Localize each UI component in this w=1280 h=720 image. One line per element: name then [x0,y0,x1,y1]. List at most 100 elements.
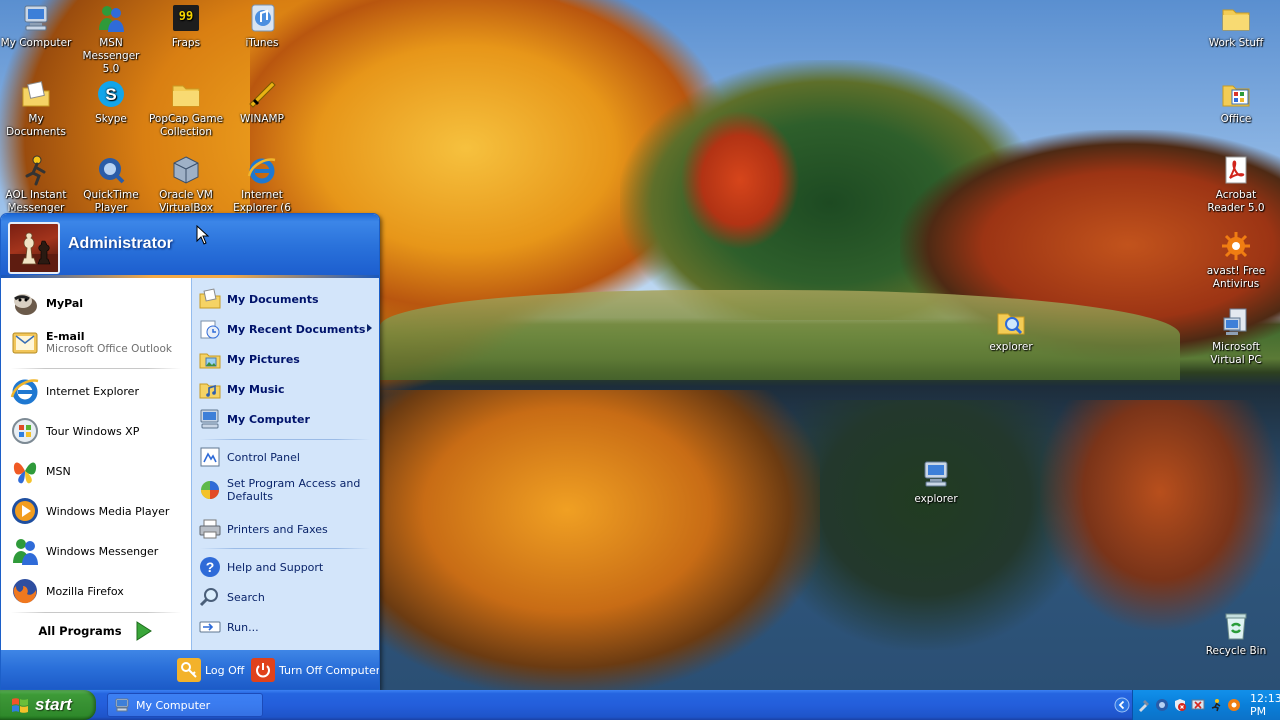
setting-control-panel[interactable]: Control Panel [198,444,378,470]
desktop-icon-msn-messenger[interactable]: MSN Messenger 5.0 [73,2,149,76]
log-off-label: Log Off [205,663,245,677]
user-avatar[interactable] [8,222,60,274]
recent-label: MSN [46,464,71,478]
recent-item-firefox[interactable]: Mozilla Firefox [9,572,187,610]
wallpaper-reflection-left [360,390,820,690]
recent-item-windows-messenger[interactable]: Windows Messenger [9,532,187,570]
task-label: My Computer [136,698,211,712]
tool-label: Search [227,590,265,604]
turn-off-button[interactable]: Turn Off Computer [251,657,380,683]
all-programs-label: All Programs [38,624,122,638]
desktop-icon-skype[interactable]: S Skype [73,78,149,126]
recent-item-msn[interactable]: MSN [9,452,187,490]
desktop-icon-work-stuff[interactable]: Work Stuff [1198,2,1274,50]
desktop-icon-internet-explorer[interactable]: Internet Explorer (6 [224,154,300,215]
desktop-icon-label: My Documents [6,113,66,138]
taskbar-button-my-computer[interactable]: My Computer [107,693,263,717]
recent-label: Internet Explorer [46,384,139,398]
desktop-icon-label: PopCap Game Collection [148,113,224,138]
explorer-folder-icon [995,306,1027,338]
desktop-icon-label: avast! Free Antivirus [1206,265,1266,290]
desktop-icon-popcap[interactable]: PopCap Game Collection [148,78,224,139]
wallpaper-reflection-right [1040,400,1280,630]
desktop-icon-label: AOL Instant Messenger [5,189,67,214]
desktop-icon-label: Microsoft Virtual PC [1210,341,1262,366]
place-label: My Computer [227,412,310,426]
recent-label: Windows Media Player [46,504,170,518]
desktop-icon-acrobat[interactable]: Acrobat Reader 5.0 [1198,154,1274,215]
desktop-icon-virtualbox[interactable]: Oracle VM VirtualBox [148,154,224,215]
setting-label: Control Panel [227,450,300,464]
network-tools-icon[interactable] [1137,698,1151,712]
desktop-icon-recycle-bin[interactable]: Recycle Bin [1198,610,1274,658]
power-icon [251,658,275,682]
place-my-computer[interactable]: My Computer [198,406,378,432]
setting-label: Set Program Access and Defaults [227,477,361,503]
setting-printers-faxes[interactable]: Printers and Faxes [198,516,378,542]
tool-help-support[interactable]: ? Help and Support [198,554,378,580]
desktop-icon-my-computer[interactable]: My Computer [0,2,74,50]
desktop-icon-label: Oracle VM VirtualBox [159,189,213,214]
fraps-icon: 99 [170,2,202,34]
place-my-music[interactable]: My Music [198,376,378,402]
svg-text:?: ? [206,559,215,575]
skype-icon: S [95,78,127,110]
itunes-icon [246,2,278,34]
recent-item-tour-xp[interactable]: Tour Windows XP [9,412,187,450]
desktop-icon-explorer-1[interactable]: explorer [973,306,1049,354]
my-pictures-icon [198,347,222,371]
recent-item-media-player[interactable]: Windows Media Player [9,492,187,530]
submenu-arrow-icon [367,324,372,332]
wallpaper-red-tree [680,110,800,250]
desktop-icon-label: QuickTime Player [83,189,139,214]
pinned-item-mypal[interactable]: MyPal [9,284,187,322]
turn-off-label: Turn Off Computer [279,663,380,677]
clock[interactable]: 12:13 PM [1250,692,1280,718]
quicktime-tray-icon[interactable] [1155,698,1169,712]
network-disconnected-icon[interactable] [1191,698,1205,712]
desktop-icon-office[interactable]: Office [1198,78,1274,126]
internet-explorer-icon [246,154,278,186]
tray-expand-icon[interactable] [1114,697,1130,713]
divider [11,612,181,613]
place-my-recent-documents[interactable]: My Recent Documents [198,316,378,342]
taskbar: start My Computer 12:13 PM [0,690,1280,720]
green-arrow-icon [132,620,154,642]
divider [11,368,181,369]
virtualbox-icon [170,154,202,186]
place-my-pictures[interactable]: My Pictures [198,346,378,372]
quicktime-icon [95,154,127,186]
tool-search[interactable]: Search [198,584,378,610]
folder-icon [1220,2,1252,34]
recent-item-internet-explorer[interactable]: Internet Explorer [9,372,187,410]
start-button[interactable]: start [0,690,96,720]
desktop-icon-quicktime[interactable]: QuickTime Player [73,154,149,215]
desktop-icon-avast[interactable]: avast! Free Antivirus [1198,230,1274,291]
acrobat-icon [1220,154,1252,186]
desktop-icon-virtual-pc[interactable]: Microsoft Virtual PC [1198,306,1274,367]
desktop-icon-explorer-2[interactable]: explorer [898,458,974,506]
place-label: My Pictures [227,352,300,366]
desktop-icon-itunes[interactable]: iTunes [224,2,300,50]
place-label: My Recent Documents [227,322,366,336]
desktop-icon-fraps[interactable]: 99 Fraps [148,2,224,50]
desktop-icon-my-documents[interactable]: My Documents [0,78,74,139]
start-menu-places-column: My Documents My Recent Documents My Pict… [191,278,379,650]
recent-label: Windows Messenger [46,544,159,558]
all-programs-button[interactable]: All Programs [1,614,191,648]
divider [200,548,370,549]
avast-tray-icon[interactable] [1227,698,1241,712]
desktop-icon-label: Internet Explorer (6 [233,189,291,214]
pinned-item-email[interactable]: E-mail Microsoft Office Outlook [9,324,187,362]
setting-program-defaults[interactable]: Set Program Access and Defaults [198,474,378,506]
aim-icon [20,154,52,186]
log-off-button[interactable]: Log Off [177,657,244,683]
security-alert-icon[interactable] [1173,698,1187,712]
aim-tray-icon[interactable] [1209,698,1223,712]
desktop-icon-winamp[interactable]: WINAMP [224,78,300,126]
desktop-icon-aim[interactable]: AOL Instant Messenger [0,154,74,215]
place-my-documents[interactable]: My Documents [198,286,378,312]
mypal-icon [9,287,41,319]
tour-xp-icon [9,415,41,447]
tool-run[interactable]: Run... [198,614,378,640]
